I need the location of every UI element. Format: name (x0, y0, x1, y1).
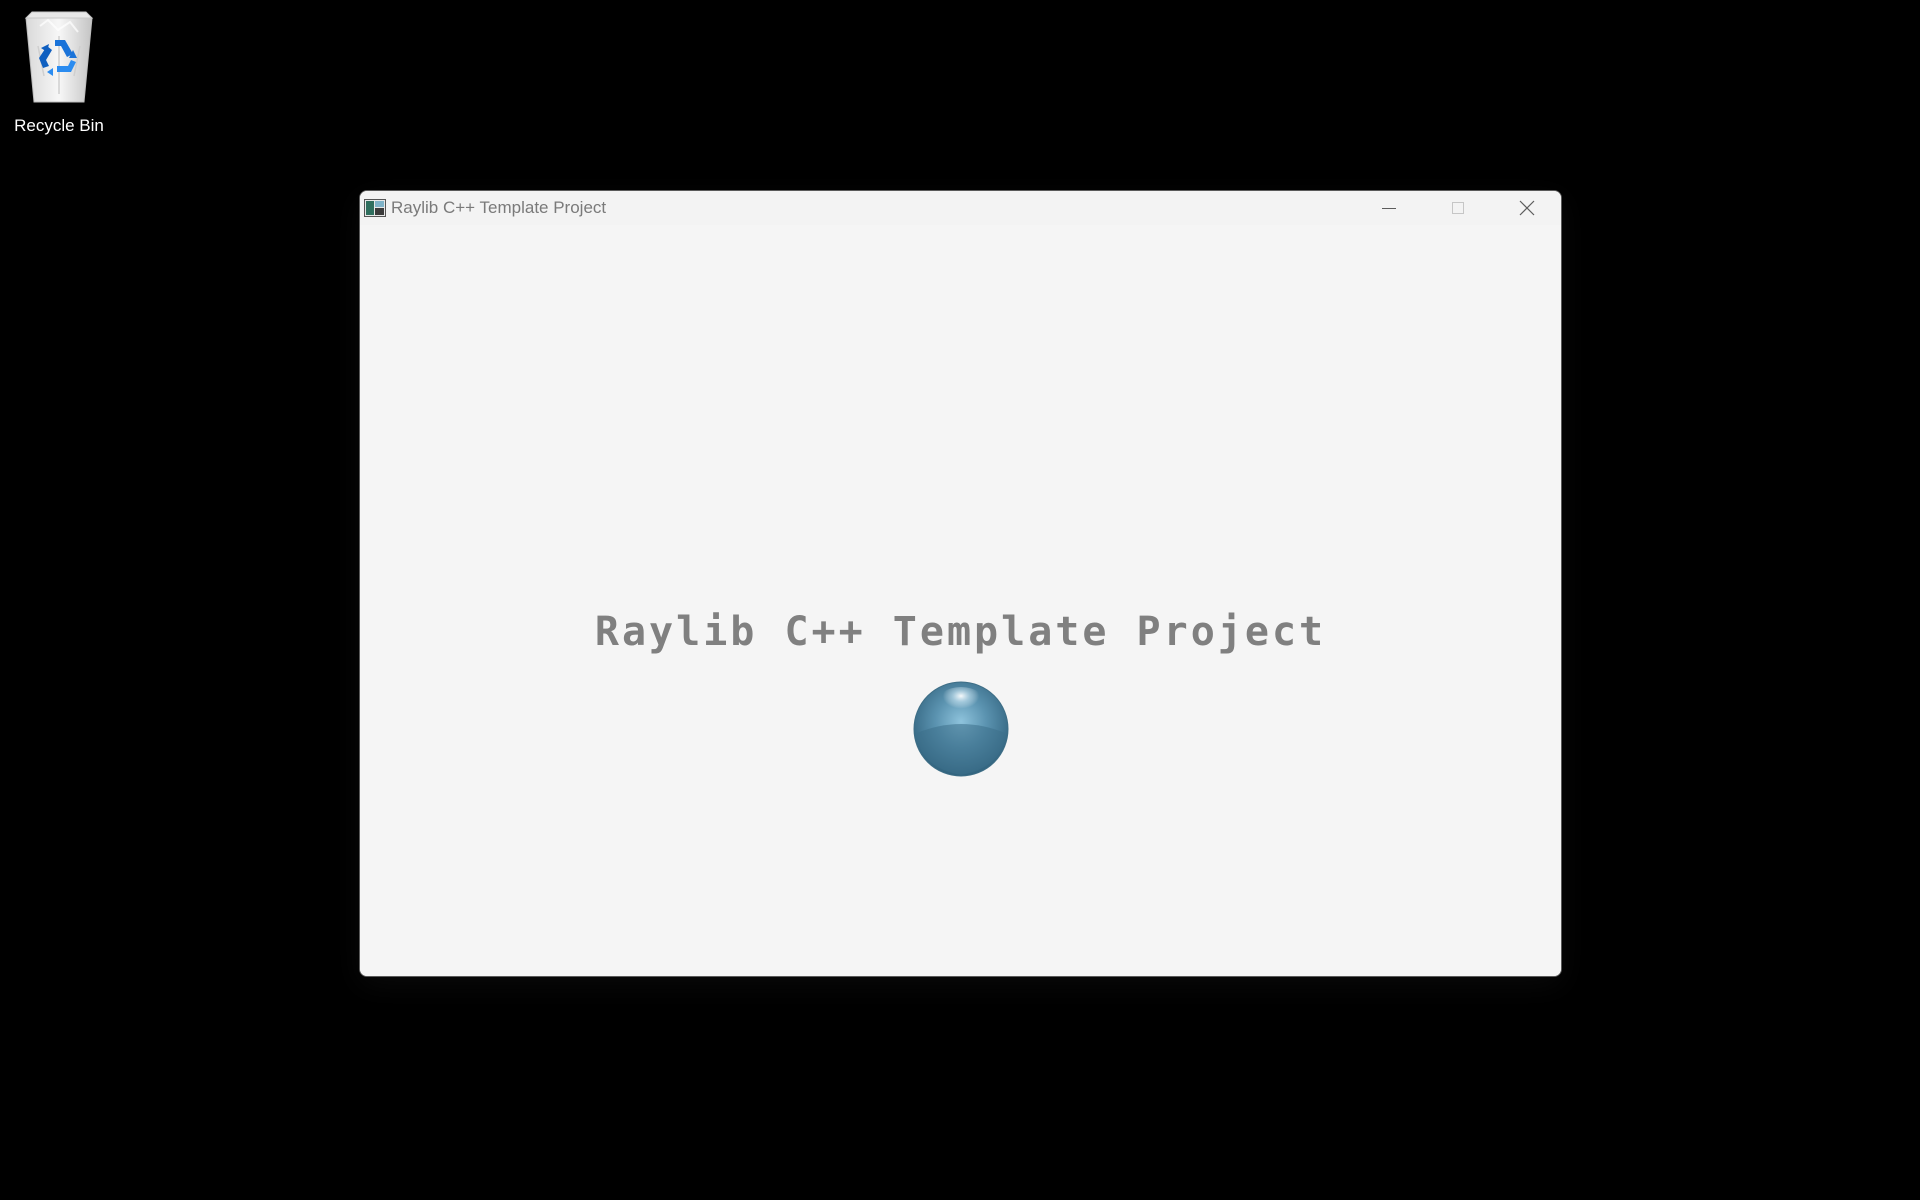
game-heading: Raylib C++ Template Project (594, 609, 1327, 655)
window-title: Raylib C++ Template Project (391, 198, 607, 217)
app-window[interactable]: Raylib C++ Template Project Raylib C++ T… (359, 190, 1562, 977)
close-button[interactable] (1492, 191, 1561, 225)
minimize-button[interactable] (1354, 191, 1423, 225)
desktop: Recycle Bin Raylib C++ Template Project (0, 0, 1920, 1200)
raylib-app-icon (364, 199, 386, 217)
maximize-button[interactable] (1423, 191, 1492, 225)
sphere-ball (913, 681, 1009, 777)
desktop-icon-recycle-bin[interactable]: Recycle Bin (6, 6, 112, 138)
minimize-icon (1381, 208, 1396, 209)
game-canvas[interactable]: Raylib C++ Template Project (360, 225, 1561, 976)
maximize-icon (1451, 202, 1464, 214)
recycle-bin-icon (24, 11, 94, 103)
window-titlebar[interactable]: Raylib C++ Template Project (360, 191, 1561, 225)
caption-buttons (1354, 191, 1561, 225)
desktop-icon-label: Recycle Bin (14, 116, 104, 135)
close-icon (1519, 200, 1534, 216)
